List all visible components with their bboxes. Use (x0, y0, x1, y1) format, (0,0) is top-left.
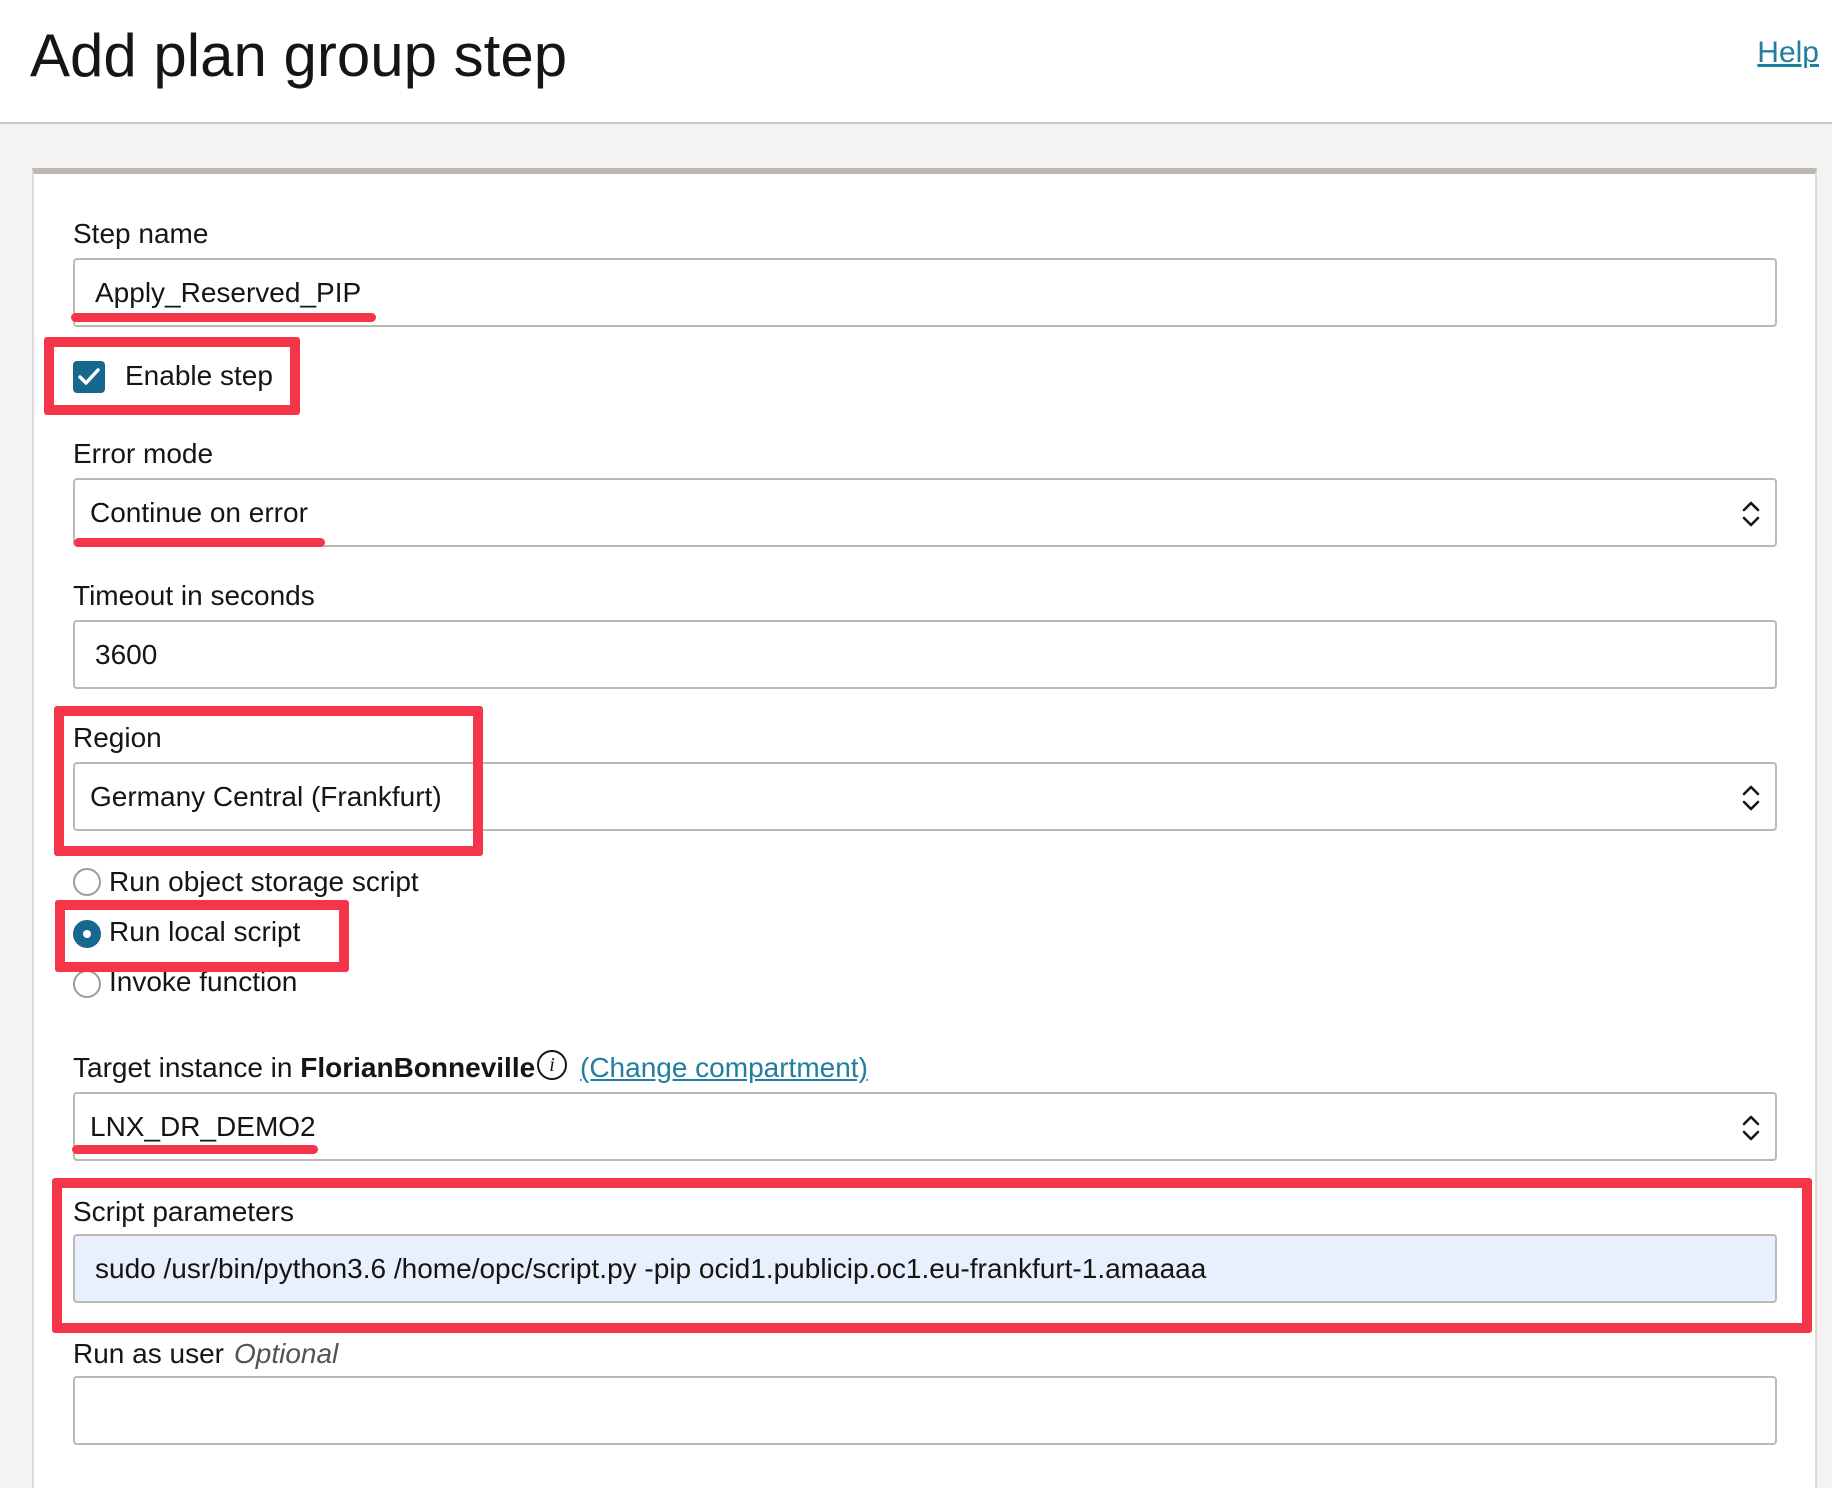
chevron-updown-icon (1742, 501, 1760, 527)
radio-object-storage-script[interactable] (73, 868, 101, 896)
radio-invoke-function[interactable] (73, 970, 101, 998)
run-as-user-label-text: Run as user (73, 1338, 224, 1369)
timeout-value: 3600 (95, 639, 158, 670)
page-header: Add plan group step Help (0, 0, 1832, 124)
change-compartment-link[interactable]: (Change compartment) (580, 1052, 868, 1084)
target-instance-label: Target instance in FlorianBonneville (73, 1052, 535, 1084)
target-instance-label-prefix: Target instance in (73, 1052, 293, 1083)
radio-object-storage-script-label: Run object storage script (109, 866, 419, 897)
target-instance-select[interactable]: LNX_DR_DEMO2 (73, 1092, 1777, 1161)
error-mode-select[interactable]: Continue on error (73, 478, 1777, 547)
annotation-box-region (54, 706, 483, 856)
run-as-user-label: Run as user Optional (73, 1338, 338, 1370)
step-name-label: Step name (73, 218, 209, 249)
chevron-updown-icon (1742, 1115, 1760, 1141)
help-link[interactable]: Help (1757, 36, 1819, 70)
annotation-underline-target-instance (72, 1145, 318, 1154)
step-name-value: Apply_Reserved_PIP (95, 277, 362, 308)
annotation-underline-error-mode (74, 538, 325, 547)
annotation-box-enable-step (44, 337, 300, 415)
timeout-input[interactable]: 3600 (73, 620, 1777, 689)
error-mode-label: Error mode (73, 438, 214, 469)
annotation-box-script-parameters (52, 1178, 1812, 1333)
chevron-updown-icon (1742, 785, 1760, 811)
run-as-user-input[interactable] (73, 1376, 1777, 1445)
annotation-box-local-script (55, 900, 349, 972)
annotation-underline-step-name (71, 313, 376, 322)
optional-hint: Optional (233, 1338, 339, 1369)
timeout-label: Timeout in seconds (73, 580, 315, 611)
info-icon[interactable]: i (537, 1050, 567, 1080)
page-title: Add plan group step (30, 22, 568, 89)
error-mode-value: Continue on error (90, 497, 308, 528)
compartment-name: FlorianBonneville (300, 1052, 536, 1083)
target-instance-value: LNX_DR_DEMO2 (90, 1111, 316, 1142)
